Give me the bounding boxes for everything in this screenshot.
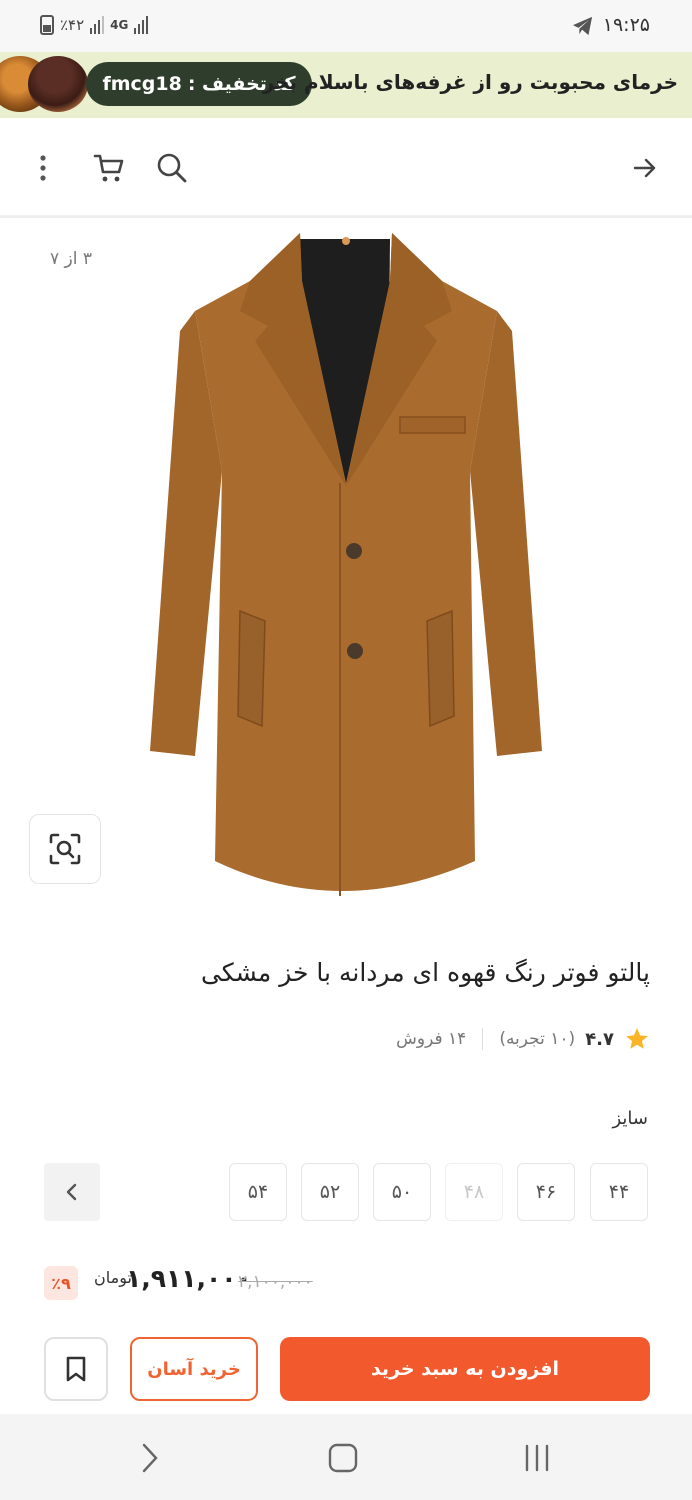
size-option[interactable]: ۵۴ [229,1163,287,1221]
more-vertical-icon [40,155,46,181]
battery-icon [40,15,54,35]
nav-back-button[interactable] [130,1438,170,1478]
scan-search-icon [49,833,81,865]
arrow-right-icon [633,158,656,178]
status-bar: ٪۴۲ 4G ۱۹:۲۵ [0,0,692,52]
cart-icon [93,154,124,182]
size-scroll-button[interactable] [44,1163,100,1221]
easy-buy-button[interactable]: خرید آسان [130,1337,258,1401]
search-icon [157,153,187,183]
battery-level: ٪۴۲ [60,16,85,34]
nav-home-button[interactable] [323,1438,363,1478]
rating-row: ۴.۷ (۱۰ تجربه) ۱۴ فروش [396,1022,650,1056]
bookmark-icon [66,1356,86,1382]
add-to-cart-button[interactable]: افزودن به سبد خرید [280,1337,650,1401]
size-option[interactable]: ۴۶ [517,1163,575,1221]
dates-bowl-image-2 [28,56,88,112]
visual-search-button[interactable] [29,814,101,884]
recents-icon [525,1444,549,1472]
telegram-icon [573,16,593,36]
signal-icon-2 [134,16,149,34]
more-button[interactable] [26,151,60,185]
size-option[interactable]: ۵۲ [301,1163,359,1221]
cart-button[interactable] [92,151,126,185]
product-title: پالتو فوتر رنگ قهوه ای مردانه با خز مشکی [200,958,650,987]
home-square-icon [328,1443,358,1473]
size-option-disabled: ۴۸ [445,1163,503,1221]
search-button[interactable] [155,151,189,185]
bookmark-button[interactable] [44,1337,108,1401]
size-option[interactable]: ۴۴ [590,1163,648,1221]
back-button[interactable] [628,151,662,185]
product-gallery[interactable]: ۳ از ۷ [0,221,692,921]
promo-banner[interactable]: کد تخفیف : fmcg18 خرمای محبوبت رو از غرف… [0,52,692,118]
status-time: ۱۹:۲۵ [602,14,650,36]
android-nav-bar [0,1414,692,1500]
price-final: ۱,۹۱۱,۰۰۰ [126,1264,252,1293]
network-type: 4G [110,18,129,32]
sales-count: ۱۴ فروش [396,1029,467,1049]
size-option[interactable]: ۵۰ [373,1163,431,1221]
divider [482,1028,484,1050]
coat-image [150,233,542,896]
top-nav [0,118,692,218]
rating-score: ۴.۷ [585,1028,614,1050]
size-label: سایز [612,1108,648,1129]
status-indicators: ٪۴۲ 4G [40,15,149,35]
price-old: ۲,۱۰۰,۰۰۰ [238,1272,313,1292]
promo-code-value: fmcg18 [102,73,182,95]
promo-text: خرمای محبوبت رو از غرفه‌های باسلام بخر [262,70,678,94]
chevron-right-icon [142,1443,158,1473]
signal-icon [90,16,105,34]
star-icon [626,1028,648,1049]
nav-recents-button[interactable] [517,1438,557,1478]
discount-badge: ٪۹ [44,1266,78,1300]
review-count[interactable]: (۱۰ تجربه) [499,1029,575,1049]
chevron-left-icon [66,1183,77,1201]
